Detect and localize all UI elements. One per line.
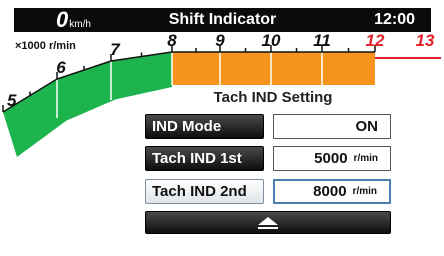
shift-indicator-screen: 0km/h Shift Indicator 12:00 5 6 7 8 9 10 11 12 1… xyxy=(0,0,444,256)
tach-tick-label: 6 xyxy=(56,58,66,77)
tach-ind-1st-unit: r/min xyxy=(353,153,378,164)
back-up-button[interactable] xyxy=(145,211,391,234)
tach-tick-label: 8 xyxy=(167,31,177,50)
ind-mode-value-text: ON xyxy=(355,118,379,135)
tach-tick-label: 13 xyxy=(416,31,435,50)
tach-ind-1st-value-text: 5000 xyxy=(314,150,348,167)
settings-title: Tach IND Setting xyxy=(213,89,333,106)
ind-mode-value: ON xyxy=(273,114,391,139)
tach-ind-1st-button[interactable]: Tach IND 1st xyxy=(145,146,264,171)
tach-tick-label: 5 xyxy=(7,91,17,110)
tach-tick-label: 12 xyxy=(366,31,385,50)
tach-green-zone xyxy=(3,52,172,157)
tach-ind-2nd-button[interactable]: Tach IND 2nd xyxy=(145,179,264,204)
tach-unit-label: ×1000 r/min xyxy=(15,40,76,52)
tach-ind-1st-value: 5000 r/min xyxy=(273,146,391,171)
tach-orange-zone xyxy=(172,52,375,85)
tach-tick-label: 10 xyxy=(262,31,281,50)
tach-ind-2nd-unit: r/min xyxy=(352,186,377,197)
tach-ind-2nd-value-text: 8000 xyxy=(313,183,347,200)
ind-mode-button[interactable]: IND Mode xyxy=(145,114,264,139)
tach-ind-2nd-value: 8000 r/min xyxy=(273,179,391,204)
tach-tick-label: 7 xyxy=(110,40,121,59)
tach-tick-label: 9 xyxy=(215,31,225,50)
eject-up-icon xyxy=(258,216,278,229)
tach-tick-label: 11 xyxy=(313,31,331,50)
